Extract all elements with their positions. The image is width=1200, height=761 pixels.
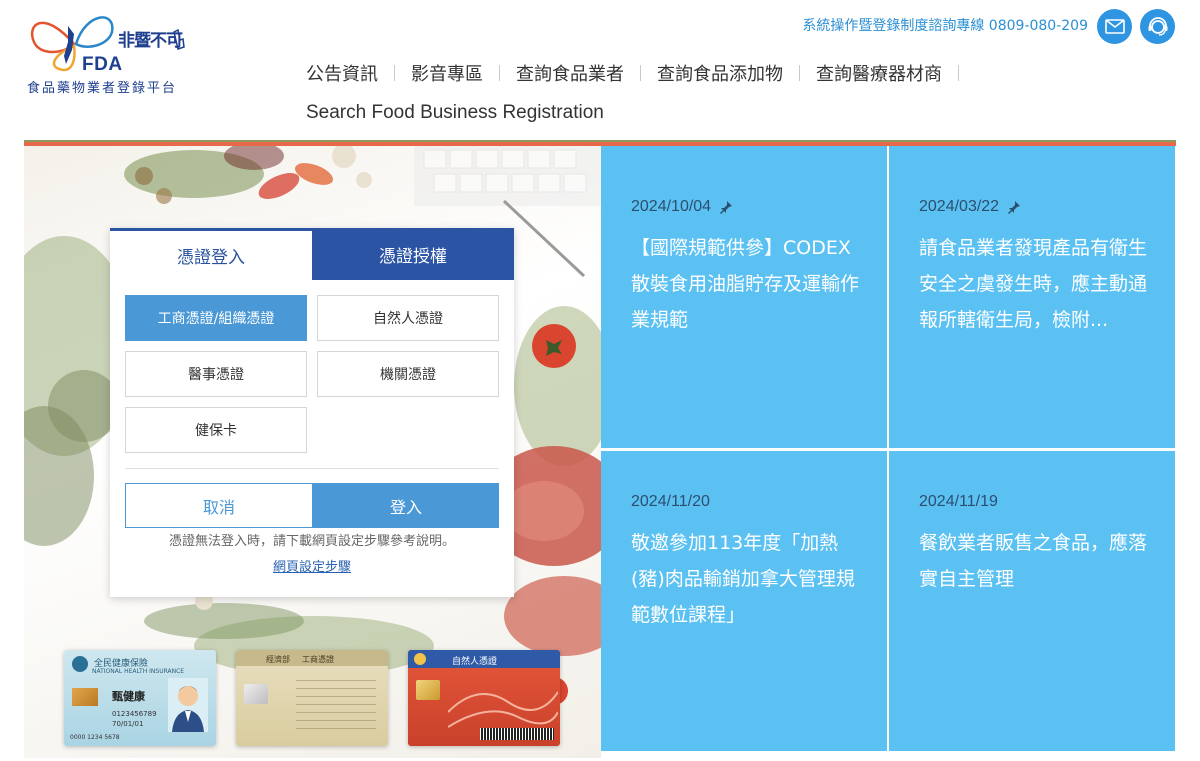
natural-person-certificate-card: 自然人憑證	[408, 650, 560, 746]
certificate-options: 工商憑證/組織憑證 自然人憑證 醫事憑證 機關憑證 健保卡	[125, 295, 499, 453]
health-card-number: 0123456789	[112, 710, 157, 718]
news-title: 【國際規範供參】CODEX散裝食用油脂貯存及運輸作業規範	[631, 237, 860, 331]
barcode	[480, 728, 554, 740]
health-card-subtitle: NATIONAL HEALTH INSURANCE	[92, 668, 185, 675]
mail-button[interactable]	[1097, 9, 1132, 44]
customer-service-icon	[1148, 16, 1167, 36]
news-date: 2024/03/22	[919, 198, 1021, 216]
nav-separator	[958, 65, 959, 81]
news-tile-1[interactable]: 2024/10/04 【國際規範供參】CODEX散裝食用油脂貯存及運輸作業規範	[601, 146, 887, 448]
setup-steps-link[interactable]: 網頁設定步驟	[110, 556, 514, 575]
news-title: 敬邀參加113年度「加熱(豬)肉品輸銷加拿大管理規範數位課程」	[631, 532, 855, 626]
news-tile-4[interactable]: 2024/11/19 餐飲業者販售之食品，應落實自主管理	[889, 451, 1175, 751]
nav-separator	[394, 65, 395, 81]
card-chip-icon	[244, 684, 268, 704]
cert-health-card-button[interactable]: 健保卡	[125, 407, 307, 453]
logo-subtitle: 食品藥物業者登錄平台	[27, 81, 178, 96]
health-card-date: 70/01/01	[112, 720, 144, 728]
nav-search-medical-device[interactable]: 查詢醫療器材商	[816, 60, 942, 86]
news-date: 2024/11/19	[919, 493, 998, 510]
news-title: 請食品業者發現產品有衛生安全之虞發生時，應主動通報所轄衛生局，檢附...	[919, 237, 1148, 331]
login-button[interactable]: 登入	[313, 483, 499, 528]
nav-separator	[640, 65, 641, 81]
biz-card-lines	[296, 680, 376, 730]
news-date: 2024/11/20	[631, 493, 710, 510]
news-title: 餐飲業者販售之食品，應落實自主管理	[919, 532, 1148, 590]
health-card-name: 甄健康	[112, 690, 145, 703]
business-certificate-card: 經濟部 工商憑證	[236, 650, 388, 746]
cert-government-button[interactable]: 機關憑證	[317, 351, 499, 397]
main-nav: 公告資訊 影音專區 查詢食品業者 查詢食品添加物 查詢醫療器材商	[306, 60, 975, 86]
news-date: 2024/10/04	[631, 198, 733, 216]
news-tile-3[interactable]: 2024/11/20 敬邀參加113年度「加熱(豬)肉品輸銷加拿大管理規範數位課…	[601, 451, 887, 751]
health-card-emblem-icon	[72, 656, 88, 672]
nav-search-food-additive[interactable]: 查詢食品添加物	[657, 60, 783, 86]
logo-fda: FDA	[82, 54, 123, 75]
natural-card-title: 自然人憑證	[452, 657, 498, 667]
logo-slogan: 非暨不可	[118, 31, 183, 51]
cert-natural-person-button[interactable]: 自然人憑證	[317, 295, 499, 341]
login-notice: 憑證無法登入時，請下載網頁設定步驟參考說明。	[168, 534, 455, 549]
customer-service-button[interactable]	[1140, 9, 1175, 44]
cert-medical-button[interactable]: 醫事憑證	[125, 351, 307, 397]
card-portrait-icon	[168, 678, 208, 732]
nav-search-food-business[interactable]: 查詢食品業者	[516, 60, 624, 86]
natural-card-pattern	[448, 691, 558, 728]
card-chip-icon	[416, 680, 440, 700]
cert-business-button[interactable]: 工商憑證/組織憑證	[125, 295, 307, 341]
card-chip-icon	[72, 688, 98, 706]
pin-icon	[720, 201, 733, 214]
panel-divider	[125, 468, 499, 469]
login-tabs: 憑證登入 憑證授權	[110, 228, 514, 280]
mail-icon	[1104, 19, 1125, 34]
natural-card-emblem-icon	[414, 653, 426, 665]
hotline-text: 系統操作暨登錄制度諮詢專線 0809-080-209	[802, 18, 1088, 34]
nav-video[interactable]: 影音專區	[411, 60, 483, 86]
nav-separator	[499, 65, 500, 81]
site-logo[interactable]: 非暨不可 FDA 食品藥物業者登錄平台	[24, 4, 204, 96]
hero-banner: 憑證登入 憑證授權 工商憑證/組織憑證 自然人憑證 醫事憑證 機關憑證 健保卡 …	[24, 146, 601, 758]
nav-announcements[interactable]: 公告資訊	[306, 60, 378, 86]
nav-sub-link[interactable]: Search Food Business Registration	[306, 102, 604, 124]
health-card-serial: 0000 1234 5678	[70, 734, 120, 741]
tab-certificate-authorization[interactable]: 憑證授權	[312, 228, 514, 280]
nav-separator	[799, 65, 800, 81]
login-actions: 取消 登入	[125, 483, 499, 528]
biz-card-title: 工商憑證	[302, 655, 334, 664]
login-panel: 憑證登入 憑證授權 工商憑證/組織憑證 自然人憑證 醫事憑證 機關憑證 健保卡 …	[110, 228, 514, 597]
pin-icon	[1008, 201, 1021, 214]
tab-certificate-login[interactable]: 憑證登入	[110, 228, 312, 280]
health-insurance-card: 全民健康保險 NATIONAL HEALTH INSURANCE 甄健康 012…	[64, 650, 216, 746]
cancel-button[interactable]: 取消	[125, 483, 313, 528]
news-tile-2[interactable]: 2024/03/22 請食品業者發現產品有衛生安全之虞發生時，應主動通報所轄衛生…	[889, 146, 1175, 448]
biz-card-issuer: 經濟部	[266, 655, 290, 664]
